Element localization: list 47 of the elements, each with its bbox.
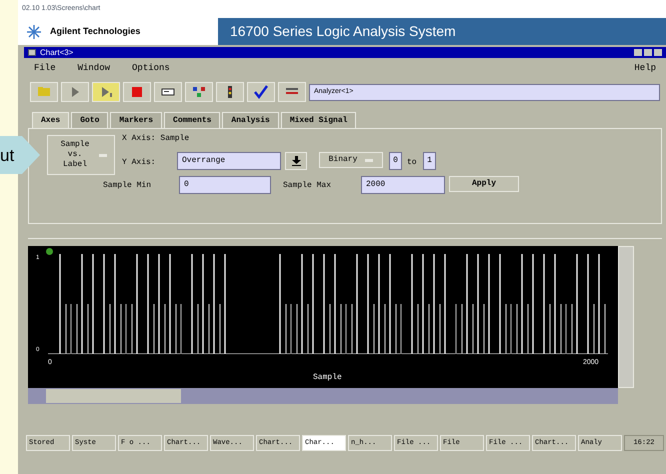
sample-max-field[interactable]: 2000 xyxy=(361,176,445,194)
menu-item[interactable]: Options xyxy=(132,62,170,76)
y-axis-field[interactable]: Overrange xyxy=(177,152,281,170)
download-button[interactable] xyxy=(285,152,307,170)
stop-button[interactable] xyxy=(123,82,151,102)
check-icon xyxy=(253,84,269,100)
network-button[interactable] xyxy=(185,82,213,102)
sample-min-label: Sample Min xyxy=(103,180,152,192)
tab[interactable]: Markers xyxy=(110,112,162,128)
run-button[interactable] xyxy=(61,82,89,102)
dropdown-indicator-icon xyxy=(365,158,374,162)
horizontal-scrollbar[interactable] xyxy=(28,388,618,404)
scroll-thumb[interactable] xyxy=(46,389,181,403)
x-axis-title: Sample xyxy=(313,372,342,384)
dropdown-indicator-icon xyxy=(99,154,107,156)
x-axis-label: X Axis: Sample xyxy=(122,133,190,145)
to-field[interactable]: 1 xyxy=(423,152,436,170)
sample-min-field[interactable]: 0 xyxy=(179,176,271,194)
base-dropdown[interactable]: Binary xyxy=(319,152,383,168)
sample-max-label: Sample Max xyxy=(283,180,332,192)
window-menu-icon[interactable] xyxy=(28,49,36,56)
apply-button[interactable]: Apply xyxy=(449,176,519,192)
menu-item[interactable]: Help xyxy=(634,62,656,76)
window-title: Chart<3> xyxy=(40,48,74,56)
from-field[interactable]: 0 xyxy=(389,152,402,170)
tab[interactable]: Goto xyxy=(71,112,108,128)
bars-button[interactable] xyxy=(278,82,306,102)
network-icon xyxy=(191,84,207,100)
mode-dropdown[interactable]: Sample vs. Label xyxy=(47,135,115,175)
y-axis-label: Y Axis: xyxy=(122,157,156,169)
tab[interactable]: Axes xyxy=(32,112,70,128)
download-icon xyxy=(292,156,300,166)
stop-icon xyxy=(129,84,145,100)
tab[interactable]: Comments xyxy=(164,112,220,128)
product-title: 16700 Series Logic Analysis System xyxy=(230,22,456,41)
check-button[interactable] xyxy=(247,82,275,102)
menu-item[interactable]: File xyxy=(34,62,56,76)
tab[interactable]: Mixed Signal xyxy=(280,112,356,128)
starburst-logo-icon xyxy=(26,24,42,40)
tab[interactable]: Analysis xyxy=(222,112,279,128)
brand-name: Agilent Technologies xyxy=(50,24,140,38)
menu-item[interactable]: Window xyxy=(78,62,110,76)
to-label: to xyxy=(407,157,417,169)
run-repeat-button[interactable] xyxy=(92,82,120,102)
vertical-scrollbar[interactable] xyxy=(618,246,634,388)
signal-button[interactable] xyxy=(216,82,244,102)
list-button[interactable] xyxy=(154,82,182,102)
